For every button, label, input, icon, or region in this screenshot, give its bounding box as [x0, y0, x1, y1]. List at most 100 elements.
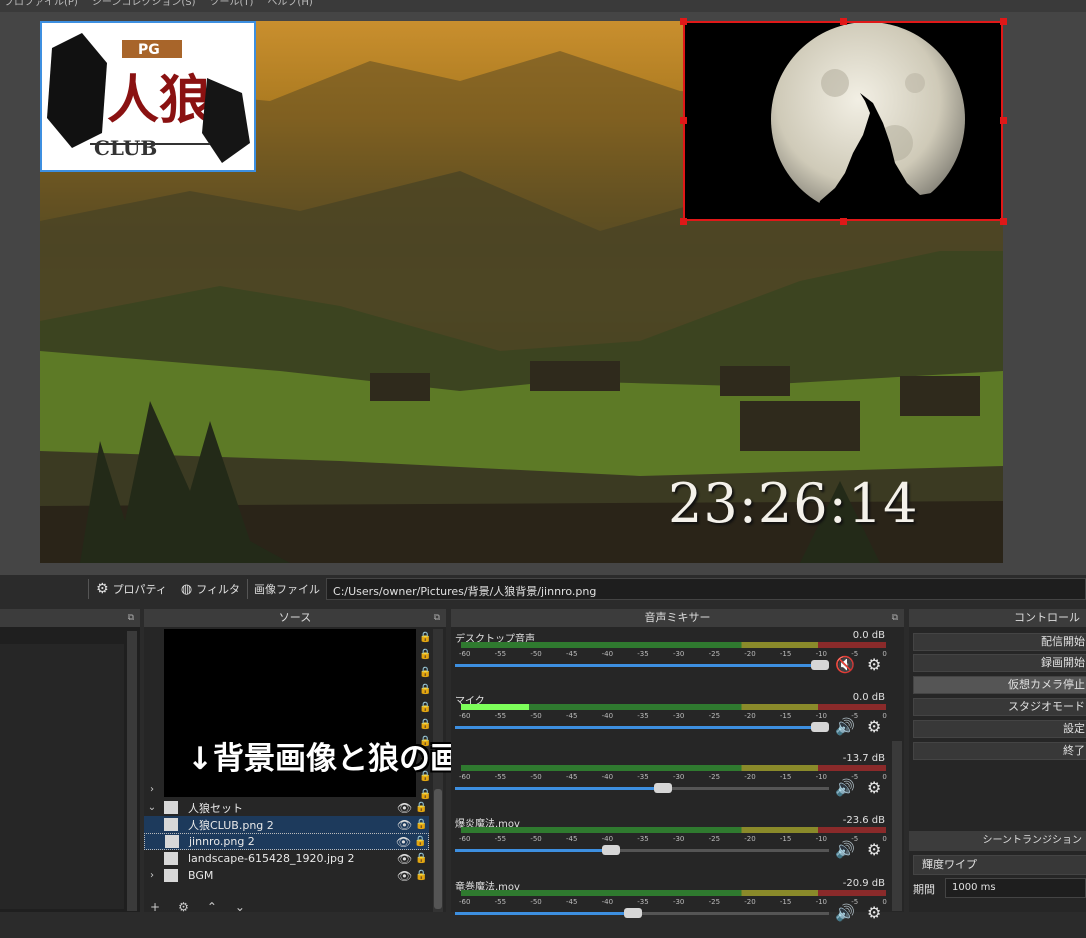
resize-handle-bm[interactable] — [840, 218, 847, 225]
settings-button[interactable]: 設定 — [913, 720, 1086, 738]
tick-label: -40 — [601, 835, 614, 843]
menu-tools[interactable]: ツール(T) — [210, 0, 254, 12]
slider-knob[interactable] — [653, 783, 672, 793]
scrollbar-thumb[interactable] — [434, 789, 442, 909]
menu-scene-collection[interactable]: シーンコレクション(S) — [92, 0, 196, 12]
tick-label: -50 — [530, 773, 542, 781]
tick-label: -45 — [565, 650, 578, 658]
speaker-icon[interactable]: 🔊 — [835, 717, 855, 736]
image-icon — [164, 852, 178, 865]
tick-label: 0 — [882, 712, 887, 720]
resize-handle-bl[interactable] — [680, 218, 687, 225]
volume-slider[interactable] — [455, 908, 829, 918]
float-icon[interactable]: ⧉ — [892, 609, 898, 627]
resize-handle-ml[interactable] — [680, 117, 687, 124]
tick-label: -50 — [530, 712, 542, 720]
slider-fill — [455, 726, 829, 729]
expand-arrow-icon[interactable]: › — [150, 784, 154, 795]
resize-handle-tr[interactable] — [1000, 18, 1007, 25]
tick-label: 0 — [882, 898, 887, 906]
eye-icon[interactable]: 👁 — [396, 835, 414, 849]
lock-icon[interactable]: 🔒 — [415, 853, 429, 864]
gear-icon[interactable]: ⚙ — [867, 717, 881, 736]
resize-handle-tm[interactable] — [840, 18, 847, 25]
exit-button[interactable]: 終了 — [913, 742, 1086, 760]
gear-icon[interactable]: ⚙ — [867, 840, 881, 859]
lock-icon[interactable]: 🔒 — [415, 870, 429, 881]
scenes-scrollbar[interactable] — [127, 631, 137, 911]
slider-knob[interactable] — [624, 908, 642, 918]
source-item[interactable]: 人狼CLUB.png 2 👁 🔒 — [144, 816, 429, 833]
source-item[interactable]: landscape-615428_1920.jpg 2 👁 🔒 — [144, 850, 429, 867]
float-icon[interactable]: ⧉ — [434, 609, 440, 627]
lock-icon[interactable]: 🔒 — [415, 802, 429, 813]
tick-label: 0 — [882, 835, 887, 843]
resize-handle-mr[interactable] — [1000, 117, 1007, 124]
controls-dock-title: コントロール — [909, 609, 1086, 627]
moon-wolf-image-selected[interactable] — [683, 21, 1003, 221]
resize-handle-br[interactable] — [1000, 218, 1007, 225]
group-icon — [164, 869, 178, 882]
virtual-camera-button[interactable]: 仮想カメラ停止 — [913, 676, 1086, 694]
lock-icon[interactable]: 🔒 — [415, 819, 429, 830]
start-recording-button[interactable]: 録画開始 — [913, 654, 1086, 672]
scenes-list[interactable] — [0, 644, 124, 909]
eye-icon[interactable]: 👁 — [397, 852, 415, 866]
mixer-channel: 竜巻魔法.mov -20.9 dB -60 -55 -50 -45 -40 -35 -30 -25… — [451, 876, 891, 938]
properties-label: プロパティ — [112, 583, 167, 596]
lock-icon[interactable]: 🔒 — [414, 836, 428, 847]
jinro-club-logo[interactable]: PG 人狼 CLUB — [40, 21, 256, 172]
float-icon[interactable]: ⧉ — [128, 609, 134, 627]
duration-field[interactable]: 1000 ms — [945, 878, 1086, 898]
source-item-selected[interactable]: jinnro.png 2 👁 🔒 — [144, 833, 429, 850]
gear-icon[interactable]: ⚙ — [867, 903, 881, 922]
tick-label: -20 — [744, 835, 756, 843]
tick-label: -60 — [459, 650, 471, 658]
image-path-field[interactable]: C:/Users/owner/Pictures/背景/人狼背景/jinnro.p… — [326, 578, 1086, 600]
slider-knob[interactable] — [811, 722, 829, 732]
resize-handle-tl[interactable] — [680, 18, 687, 25]
menu-profile[interactable]: プロファイル(P) — [4, 0, 78, 12]
volume-slider[interactable] — [455, 783, 829, 793]
slider-fill — [455, 849, 620, 852]
mixer-dock-title: 音声ミキサー ⧉ — [451, 609, 904, 627]
speaker-icon[interactable]: 🔊 — [835, 903, 855, 922]
tick-label: -30 — [672, 898, 685, 906]
tick-label: -15 — [779, 773, 792, 781]
channel-db: -20.9 dB — [842, 878, 885, 889]
slider-knob[interactable] — [601, 845, 620, 855]
filters-button[interactable]: ◍ フィルタ — [174, 581, 247, 597]
channel-db: 0.0 dB — [852, 630, 885, 641]
meter-ticks: -60 -55 -50 -45 -40 -35 -30 -25 -20 -15 -10 -5 0 — [459, 712, 887, 720]
source-item-group[interactable]: › BGM 👁 🔒 — [144, 867, 429, 884]
start-streaming-button[interactable]: 配信開始 — [913, 633, 1086, 651]
collapse-arrow-icon[interactable]: ⌄ — [144, 802, 160, 813]
meter-level — [461, 704, 529, 710]
eye-icon[interactable]: 👁 — [397, 818, 415, 832]
speaker-icon[interactable]: 🔊 — [835, 840, 855, 859]
transition-select[interactable]: 輝度ワイプ — [913, 855, 1086, 875]
eye-icon[interactable]: 👁 — [397, 869, 415, 883]
mixer-scrollbar[interactable] — [892, 741, 902, 911]
muted-speaker-icon[interactable]: 🔇 — [835, 655, 855, 674]
speaker-icon[interactable]: 🔊 — [835, 778, 855, 797]
properties-button[interactable]: ⚙ プロパティ — [89, 581, 174, 597]
tick-label: -45 — [565, 712, 578, 720]
tick-label: 0 — [882, 773, 887, 781]
expand-arrow-icon[interactable]: › — [144, 870, 160, 881]
tick-label: -20 — [744, 773, 756, 781]
volume-slider[interactable] — [455, 845, 829, 855]
eye-icon[interactable]: 👁 — [397, 801, 415, 815]
tick-label: -15 — [779, 898, 792, 906]
scenes-dock-title: ⧉ — [0, 609, 140, 627]
slider-knob[interactable] — [811, 660, 829, 670]
volume-slider[interactable] — [455, 722, 829, 732]
volume-slider[interactable] — [455, 660, 829, 670]
gear-icon[interactable]: ⚙ — [867, 778, 881, 797]
annotation-text: ↓背景画像と狼の画像 — [187, 741, 492, 777]
tick-label: -15 — [779, 835, 792, 843]
menu-help[interactable]: ヘルプ(H) — [267, 0, 312, 12]
source-item-group[interactable]: ⌄ 人狼セット 👁 🔒 — [144, 799, 429, 816]
gear-icon[interactable]: ⚙ — [867, 655, 881, 674]
studio-mode-button[interactable]: スタジオモード — [913, 698, 1086, 716]
